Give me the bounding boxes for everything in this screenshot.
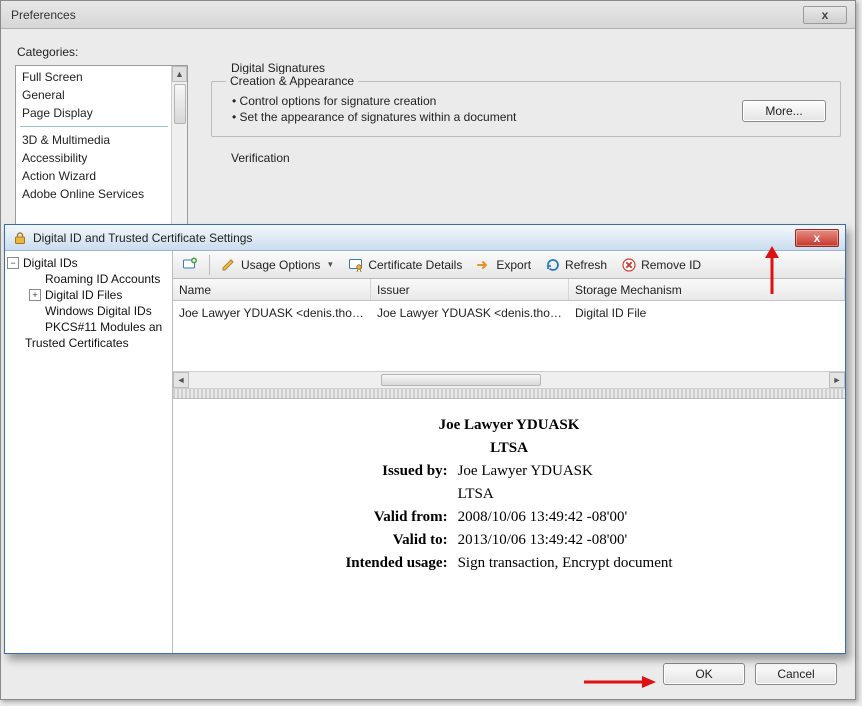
detail-issuedby-value: Joe Lawyer YDUASK: [454, 461, 677, 482]
preferences-titlebar: Preferences x: [1, 1, 855, 29]
detail-name: Joe Lawyer YDUASK: [341, 415, 676, 436]
digital-id-close-button[interactable]: x: [795, 229, 839, 247]
refresh-icon: [545, 257, 561, 273]
detail-validto-label: Valid to:: [341, 530, 451, 551]
tree-label: PKCS#11 Modules an: [45, 320, 162, 334]
preferences-title: Preferences: [11, 8, 76, 22]
add-id-button[interactable]: [179, 255, 201, 275]
preferences-close-button[interactable]: x: [803, 6, 847, 24]
detail-validfrom-value: 2008/10/06 13:49:42 -08'00': [454, 507, 677, 528]
tree-expand-icon[interactable]: +: [29, 289, 41, 301]
close-icon: x: [822, 8, 829, 22]
scroll-left-arrow[interactable]: ◄: [173, 372, 189, 388]
preferences-footer: OK Cancel: [663, 663, 837, 685]
refresh-button[interactable]: Refresh: [542, 255, 610, 275]
tree-node-pkcs11[interactable]: PKCS#11 Modules an: [5, 319, 172, 335]
tree-node-trusted[interactable]: Trusted Certificates: [5, 335, 172, 351]
digital-id-settings-window: Digital ID and Trusted Certificate Setti…: [4, 224, 846, 654]
annotation-arrow: [758, 244, 786, 300]
chevron-down-icon: ▼: [326, 260, 334, 269]
tree-label: Digital IDs: [23, 256, 78, 270]
certificate-detail-pane: Joe Lawyer YDUASK LTSA Issued by:Joe Law…: [173, 399, 845, 653]
certificate-icon: [348, 257, 364, 273]
export-icon: [476, 257, 492, 273]
preferences-right-area: Digital Signatures Creation & Appearance…: [211, 59, 841, 171]
toolbar: Usage Options ▼ Certificate Details Expo…: [173, 251, 845, 279]
detail-validto-value: 2013/10/06 13:49:42 -08'00': [454, 530, 677, 551]
tree-label: Windows Digital IDs: [45, 304, 152, 318]
usage-options-button[interactable]: Usage Options ▼: [218, 255, 337, 275]
category-item[interactable]: Adobe Online Services: [20, 185, 168, 203]
scroll-thumb[interactable]: [381, 374, 541, 386]
toolbar-label: Certificate Details: [368, 258, 462, 272]
remove-icon: [621, 257, 637, 273]
cell-name: Joe Lawyer YDUASK <denis.thoma...: [173, 304, 371, 322]
annotation-arrow: [580, 672, 660, 692]
certificate-details-button[interactable]: Certificate Details: [345, 255, 465, 275]
toolbar-label: Export: [496, 258, 531, 272]
scroll-right-arrow[interactable]: ►: [829, 372, 845, 388]
grid-header: Name Issuer Storage Mechanism: [173, 279, 845, 301]
detail-org: LTSA: [341, 438, 676, 459]
detail-issuedby-label: Issued by:: [341, 461, 451, 482]
close-icon: x: [814, 231, 821, 245]
digital-id-titlebar: Digital ID and Trusted Certificate Setti…: [5, 225, 845, 251]
cancel-button[interactable]: Cancel: [755, 663, 837, 685]
category-item[interactable]: Accessibility: [20, 149, 168, 167]
toolbar-label: Refresh: [565, 258, 607, 272]
pencil-icon: [221, 257, 237, 273]
tree-collapse-icon[interactable]: −: [7, 257, 19, 269]
category-item[interactable]: General: [20, 86, 168, 104]
category-separator: [20, 126, 168, 127]
scroll-up-arrow[interactable]: ▲: [172, 66, 187, 82]
categories-label: Categories:: [17, 45, 841, 59]
group-bullet: • Set the appearance of signatures withi…: [232, 110, 828, 124]
add-id-icon: [182, 257, 198, 273]
horizontal-scrollbar[interactable]: ◄ ►: [173, 371, 845, 389]
detail-issuedby-org: LTSA: [454, 484, 677, 505]
more-button[interactable]: More...: [742, 100, 826, 122]
category-item[interactable]: Action Wizard: [20, 167, 168, 185]
tree-node-windows[interactable]: Windows Digital IDs: [5, 303, 172, 319]
group-bullet: • Control options for signature creation: [232, 94, 828, 108]
tree-label: Trusted Certificates: [25, 336, 129, 350]
section-title-verification: Verification: [231, 151, 841, 165]
column-header-issuer[interactable]: Issuer: [371, 279, 569, 300]
tree-pane: − Digital IDs Roaming ID Accounts + Digit…: [5, 251, 173, 653]
detail-validfrom-label: Valid from:: [341, 507, 451, 528]
cell-issuer: Joe Lawyer YDUASK <denis.thom...: [371, 304, 569, 322]
tree-node-roaming[interactable]: Roaming ID Accounts: [5, 271, 172, 287]
content-pane: Usage Options ▼ Certificate Details Expo…: [173, 251, 845, 653]
remove-id-button[interactable]: Remove ID: [618, 255, 704, 275]
cell-storage: Digital ID File: [569, 304, 845, 322]
creation-appearance-group: Creation & Appearance • Control options …: [211, 81, 841, 137]
toolbar-label: Usage Options: [241, 258, 320, 272]
section-title-digital-signatures: Digital Signatures: [231, 61, 841, 75]
tree-label: Digital ID Files: [45, 288, 122, 302]
tree-node-digital-ids[interactable]: − Digital IDs: [5, 255, 172, 271]
scroll-thumb[interactable]: [174, 84, 186, 124]
grid-body: Joe Lawyer YDUASK <denis.thoma... Joe La…: [173, 301, 845, 371]
splitter-gripper[interactable]: [173, 389, 845, 399]
category-item[interactable]: Full Screen: [20, 68, 168, 86]
column-header-storage[interactable]: Storage Mechanism: [569, 279, 845, 300]
detail-usage-label: Intended usage:: [341, 553, 451, 574]
detail-usage-value: Sign transaction, Encrypt document: [454, 553, 677, 574]
column-header-name[interactable]: Name: [173, 279, 371, 300]
lock-icon: [13, 231, 27, 245]
tree-label: Roaming ID Accounts: [45, 272, 160, 286]
group-label: Creation & Appearance: [226, 74, 358, 88]
ok-button[interactable]: OK: [663, 663, 745, 685]
export-button[interactable]: Export: [473, 255, 534, 275]
toolbar-label: Remove ID: [641, 258, 701, 272]
category-item[interactable]: Page Display: [20, 104, 168, 122]
table-row[interactable]: Joe Lawyer YDUASK <denis.thoma... Joe La…: [173, 301, 845, 325]
tree-node-files[interactable]: + Digital ID Files: [5, 287, 172, 303]
digital-id-title: Digital ID and Trusted Certificate Setti…: [33, 231, 252, 245]
category-item[interactable]: 3D & Multimedia: [20, 131, 168, 149]
